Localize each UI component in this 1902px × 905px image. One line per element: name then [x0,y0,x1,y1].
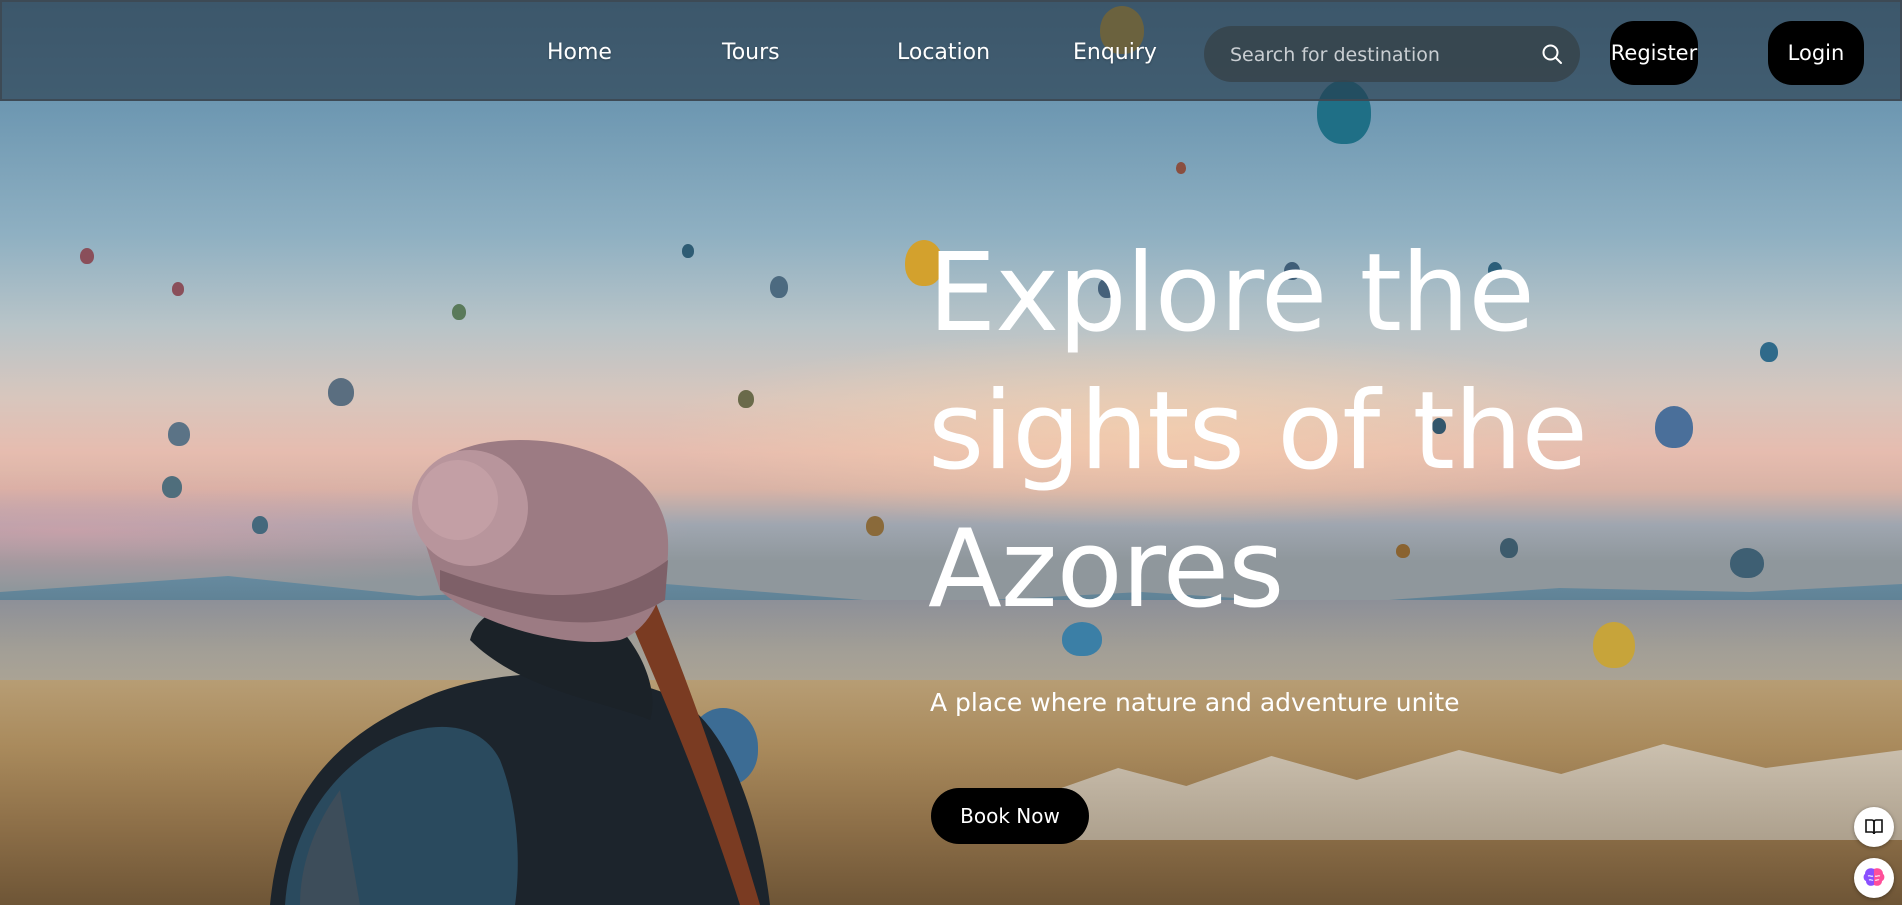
reader-tool-button[interactable] [1854,807,1894,847]
search-bar [1204,26,1580,84]
search-icon[interactable] [1540,42,1564,66]
hero-title-line: sights of the [928,369,1588,494]
hero-title: Explore the sights of the Azores [928,225,1748,639]
top-navbar: Home Tours Location Enquiry Register Log… [0,0,1902,101]
book-icon [1865,819,1883,835]
brain-icon [1863,868,1885,886]
book-now-button[interactable]: Book Now [931,788,1089,844]
register-button[interactable]: Register [1610,21,1698,85]
balloon-icon [1176,162,1186,174]
balloon-icon [1760,342,1778,362]
search-input[interactable] [1228,26,1532,84]
nav-tours-link[interactable]: Tours [722,40,780,65]
ai-assistant-button[interactable] [1854,858,1894,898]
traveler-figure [270,440,770,905]
hero-title-line: Azores [928,507,1284,632]
nav-location-link[interactable]: Location [897,40,990,65]
login-button[interactable]: Login [1768,21,1864,85]
hero-subtitle: A place where nature and adventure unite [930,688,1460,717]
nav-enquiry-link[interactable]: Enquiry [1073,40,1157,65]
nav-home-link[interactable]: Home [547,40,612,65]
hero-title-line: Explore the [928,231,1535,356]
